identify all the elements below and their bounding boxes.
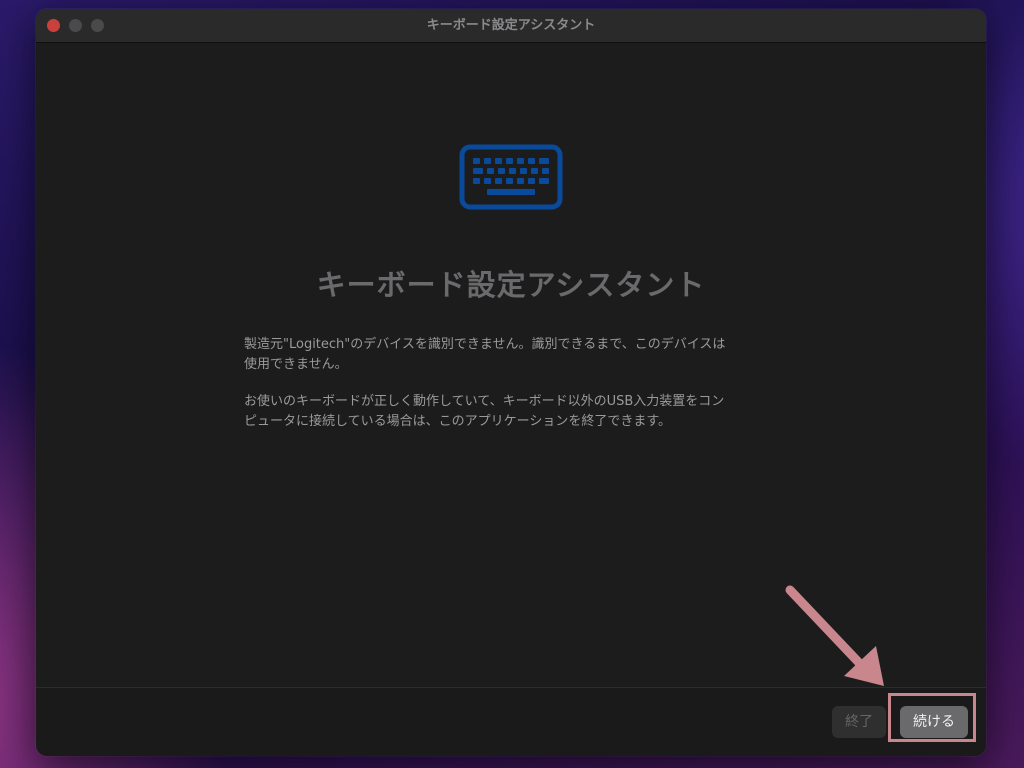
assistant-heading: キーボード設定アシスタント xyxy=(316,268,706,302)
quit-button[interactable]: 終了 xyxy=(832,706,886,738)
message-line: ピュータに接続している場合は、このアプリケーションを終了できます。 xyxy=(244,414,672,429)
annotation-arrow-icon xyxy=(785,585,884,686)
annotation-highlight-box xyxy=(888,693,976,742)
message-line: 使用できません。 xyxy=(244,357,348,372)
title-bar: キーボード設定アシスタント xyxy=(36,9,986,43)
message-line: お使いのキーボードが正しく動作していて、キーボード以外のUSB入力装置をコン xyxy=(244,394,725,409)
device-unidentified-message: 製造元"Logitech"のデバイスを識別できません。識別できるまで、このデバイ… xyxy=(244,335,784,375)
message-line: 製造元"Logitech"のデバイスを識別できません。識別できるまで、このデバイ… xyxy=(244,337,726,352)
quit-instructions-message: お使いのキーボードが正しく動作していて、キーボード以外のUSB入力装置をコン ピ… xyxy=(244,392,784,432)
keyboard-icon xyxy=(459,144,563,210)
window-title: キーボード設定アシスタント xyxy=(426,18,596,33)
